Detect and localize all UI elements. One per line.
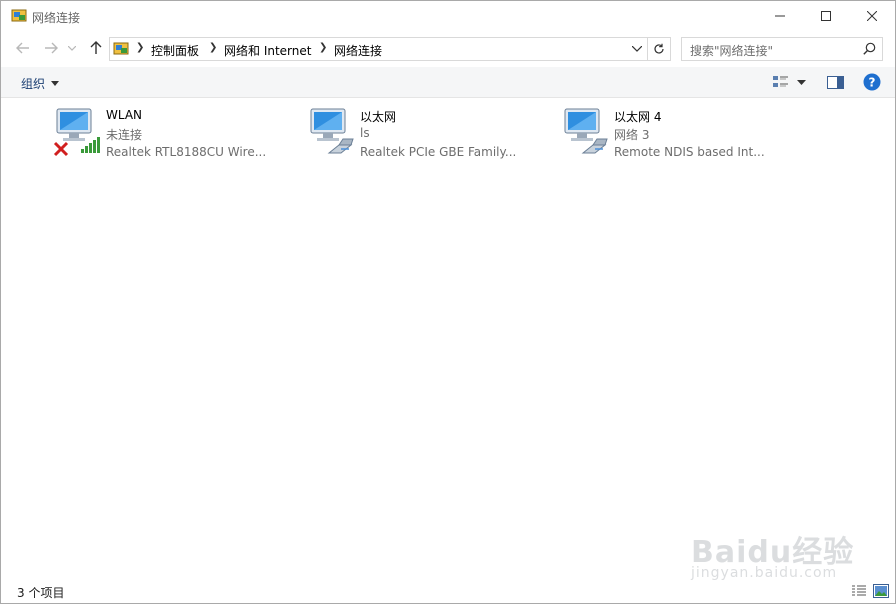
- back-button[interactable]: [13, 38, 33, 58]
- network-cable-icon: [327, 138, 354, 154]
- status-bar: 3 个项目: [1, 579, 895, 603]
- refresh-icon: [654, 43, 664, 54]
- forward-button[interactable]: [41, 38, 61, 58]
- breadcrumb-network-internet[interactable]: 网络和 Internet: [224, 42, 311, 59]
- chevron-down-icon: [51, 81, 60, 86]
- chevron-down-icon: [632, 46, 642, 52]
- command-bar: 组织 ?: [1, 67, 895, 98]
- help-icon: ?: [863, 73, 881, 91]
- connection-name: WLAN: [106, 108, 143, 122]
- window-title: 网络连接: [32, 11, 81, 25]
- connection-status: 未连接: [106, 128, 143, 142]
- connection-name: 以太网: [360, 110, 397, 124]
- address-history-button[interactable]: [628, 38, 646, 60]
- control-panel-icon: [113, 42, 129, 55]
- ethernet-adapter-icon: [564, 108, 608, 154]
- ethernet-adapter-icon: [310, 108, 354, 154]
- large-icons-view-icon[interactable]: [873, 584, 889, 598]
- chevron-down-icon: [68, 45, 76, 51]
- breadcrumb-separator-icon[interactable]: ❯: [209, 42, 217, 53]
- search-placeholder: 搜索"网络连接": [690, 44, 774, 58]
- recent-locations-button[interactable]: [65, 38, 79, 58]
- close-button[interactable]: [849, 1, 895, 31]
- preview-pane-button[interactable]: [827, 72, 844, 92]
- up-button[interactable]: [86, 38, 106, 58]
- breadcrumb-separator-icon[interactable]: ❯: [136, 42, 144, 53]
- details-view-icon[interactable]: [851, 584, 867, 598]
- breadcrumb-control-panel[interactable]: 控制面板: [151, 42, 199, 59]
- minimize-icon: [775, 15, 785, 17]
- up-arrow-icon: [90, 41, 102, 54]
- navigation-bar: ❯ 控制面板 ❯ 网络和 Internet ❯ 网络连接 搜索"网络连接": [1, 34, 895, 62]
- wireless-adapter-icon: [53, 108, 100, 157]
- connection-item-ethernet[interactable]: 以太网 ls Realtek PCIe GBE Family...: [307, 105, 537, 165]
- connection-item-ethernet-4[interactable]: 以太网 4 网络 3 Remote NDIS based Int...: [561, 105, 791, 165]
- item-count: 3 个项目: [17, 586, 65, 600]
- refresh-button[interactable]: [647, 38, 670, 60]
- connection-item-wlan[interactable]: WLAN 未连接 Realtek RTL8188CU Wire...: [53, 105, 283, 165]
- search-input[interactable]: 搜索"网络连接": [681, 37, 883, 61]
- help-button[interactable]: ?: [863, 72, 881, 92]
- maximize-button[interactable]: [803, 1, 849, 31]
- back-arrow-icon: [16, 42, 29, 54]
- change-view-button[interactable]: [773, 72, 789, 92]
- chevron-down-icon: [797, 79, 806, 85]
- connection-name: 以太网 4: [614, 110, 662, 124]
- preview-pane-icon: [827, 75, 844, 89]
- minimize-button-real[interactable]: [757, 1, 803, 31]
- breadcrumb-separator-icon[interactable]: ❯: [319, 42, 327, 53]
- explorer-window: 网络连接 ❯ 控制面板 ❯ 网络和 Internet ❯ 网络连接 搜索"网络连…: [0, 0, 896, 604]
- search-icon[interactable]: [863, 42, 876, 55]
- baidu-watermark: Baidu经验 jingyan.baidu.com: [691, 509, 861, 589]
- view-options-dropdown[interactable]: [797, 72, 806, 92]
- organize-label: 组织: [21, 77, 46, 91]
- network-cable-icon: [581, 138, 608, 154]
- connection-status: 网络 3: [614, 128, 650, 142]
- connection-device: Realtek RTL8188CU Wire...: [106, 145, 267, 159]
- view-tiles-icon: [773, 76, 788, 87]
- connection-status: ls: [360, 126, 370, 140]
- forward-arrow-icon: [45, 42, 58, 54]
- maximize-icon: [821, 11, 831, 21]
- breadcrumb-network-connections[interactable]: 网络连接: [334, 42, 382, 59]
- address-bar[interactable]: ❯ 控制面板 ❯ 网络和 Internet ❯ 网络连接: [109, 37, 671, 61]
- close-icon: [867, 11, 877, 21]
- network-connections-icon: [11, 9, 27, 22]
- connection-device: Realtek PCIe GBE Family...: [360, 145, 517, 159]
- disconnected-x-icon: [53, 141, 69, 157]
- organize-button[interactable]: 组织: [21, 75, 60, 92]
- connection-device: Remote NDIS based Int...: [614, 145, 765, 159]
- svg-text:?: ?: [869, 76, 876, 90]
- title-bar: 网络连接: [1, 1, 895, 31]
